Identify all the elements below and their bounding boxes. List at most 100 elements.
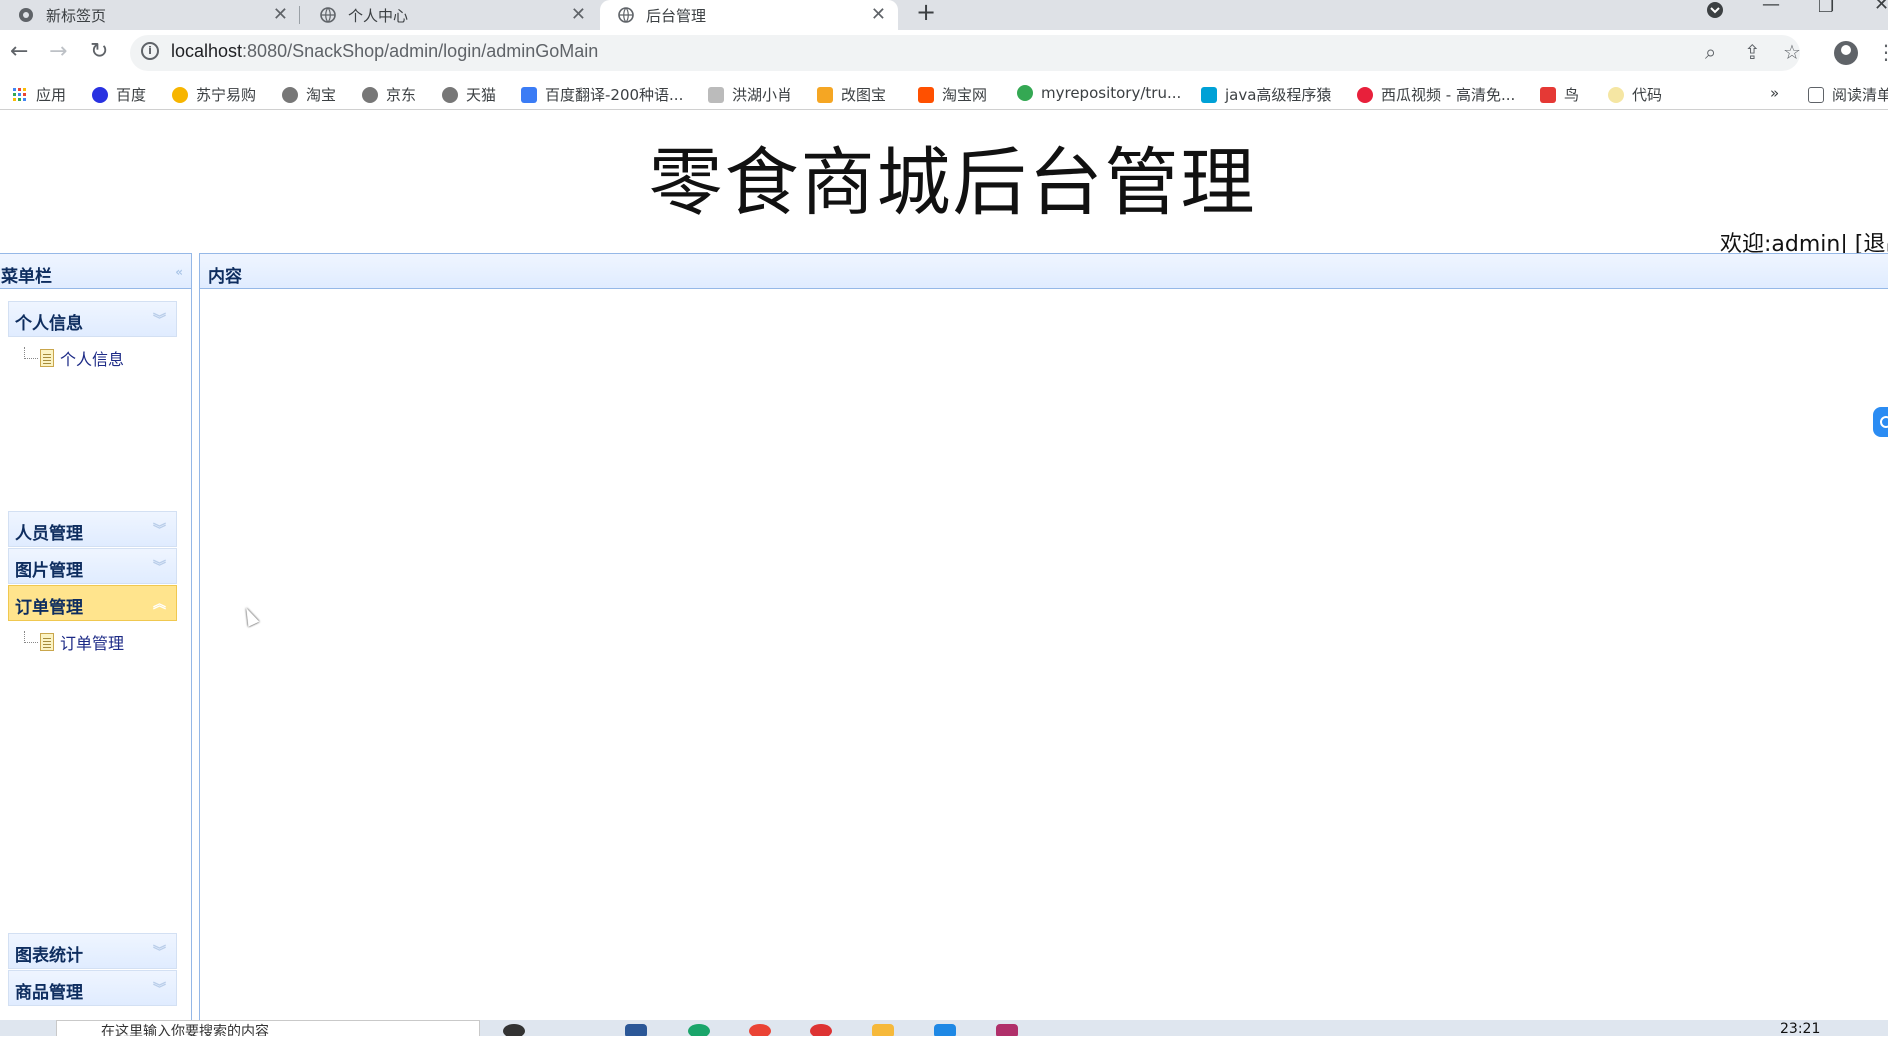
bird-icon	[708, 86, 724, 103]
bookmark-baidu-translate[interactable]: 百度翻译-200种语...	[521, 84, 683, 105]
accordion-header-orders[interactable]: 订单管理 ︽	[8, 585, 177, 621]
close-icon[interactable]: ✕	[571, 4, 586, 25]
accordion-label: 图片管理	[15, 561, 83, 581]
gaitubao-icon	[817, 86, 833, 103]
globe-icon	[442, 86, 458, 103]
menu-item-label: 个人信息	[60, 350, 125, 369]
taobao-icon	[918, 86, 934, 103]
globe-icon	[282, 86, 298, 103]
zoom-icon[interactable]: ⌕	[1705, 40, 1716, 64]
taskbar-clock[interactable]: 23:21	[1780, 1021, 1820, 1037]
back-icon[interactable]: ←	[10, 39, 28, 65]
translate-icon	[521, 86, 537, 103]
bookmark-star-icon[interactable]: ☆	[1783, 40, 1801, 64]
bookmark-myrepository[interactable]: myrepository/tru...	[1017, 84, 1181, 102]
url-host: localhost	[171, 41, 243, 61]
menu-panel-header: 菜单栏 «	[0, 253, 191, 289]
bookmark-label: 西瓜视频 - 高清免...	[1381, 86, 1516, 104]
taskbar-app-icon[interactable]	[872, 1024, 894, 1036]
tab-new-tab[interactable]: 新标签页 ✕	[0, 0, 300, 30]
forward-icon[interactable]: →	[49, 39, 67, 65]
restore-icon[interactable]: ❐	[1818, 0, 1834, 17]
reading-list[interactable]: 阅读清单	[1808, 84, 1888, 105]
accordion-products: 商品管理 ︾	[8, 970, 177, 1006]
accordion-label: 商品管理	[15, 983, 83, 1003]
taskbar: 在这里输入你要搜索的内容	[0, 1020, 1888, 1036]
close-icon[interactable]: ✕	[273, 4, 288, 25]
accordion-orders: 订单管理 ︽	[8, 585, 177, 621]
tab-search-icon[interactable]	[1706, 1, 1724, 19]
url-text[interactable]: localhost:8080/SnackShop/admin/login/adm…	[171, 41, 598, 62]
bilibili-icon	[1201, 86, 1217, 103]
baidu-paw-icon	[92, 86, 108, 103]
accordion-header-images[interactable]: 图片管理 ︾	[8, 548, 177, 584]
bookmark-apps[interactable]: 应用	[12, 84, 66, 105]
taskbar-app-icon[interactable]	[996, 1024, 1018, 1036]
bookmark-label: 天猫	[466, 86, 497, 104]
menu-item-personal-info[interactable]: 个人信息	[24, 346, 124, 370]
bookmark-baidu[interactable]: 百度	[92, 84, 146, 105]
close-icon[interactable]: ✕	[871, 4, 886, 25]
bookmark-java[interactable]: java高级程序猿	[1201, 84, 1331, 105]
reload-icon[interactable]: ↻	[90, 39, 108, 65]
collapse-left-icon[interactable]: «	[175, 265, 183, 279]
bookmark-suning[interactable]: 苏宁易购	[172, 84, 256, 105]
accordion-header-products[interactable]: 商品管理 ︾	[8, 970, 177, 1006]
bookmarks-more-button[interactable]: »	[1770, 84, 1779, 102]
globe-icon	[362, 86, 378, 103]
accordion-staff: 人员管理 ︾	[8, 511, 177, 547]
tab-admin[interactable]: 后台管理 ✕	[600, 0, 898, 30]
tree-line	[24, 347, 38, 359]
accordion-header-charts[interactable]: 图表统计 ︾	[8, 933, 177, 969]
content-panel-header: 内容	[200, 253, 1888, 289]
bookmark-label: 洪湖小肖	[732, 86, 793, 104]
bookmark-label: 淘宝	[306, 86, 337, 104]
tab-personal-center[interactable]: 个人中心 ✕	[302, 0, 598, 30]
taskbar-search-input[interactable]: 在这里输入你要搜索的内容	[56, 1020, 480, 1036]
menu-kebab-icon[interactable]: ⋮	[1876, 40, 1888, 64]
menu-item-orders[interactable]: 订单管理	[24, 630, 124, 654]
floating-assistant-button[interactable]	[1873, 407, 1888, 437]
menu-panel-title: 菜单栏	[1, 267, 52, 287]
minimize-icon[interactable]: —	[1762, 0, 1780, 15]
bookmarks-bar: 应用 百度 苏宁易购 淘宝 京东 天猫 百度翻译-200种语... 洪湖小肖 改…	[0, 76, 1888, 110]
bookmark-label: 代码	[1632, 86, 1663, 104]
bookmark-label: 苏宁易购	[196, 86, 257, 104]
taskbar-app-icon[interactable]	[625, 1024, 647, 1036]
taskbar-app-icon[interactable]	[688, 1024, 710, 1036]
bookmark-xigua[interactable]: 西瓜视频 - 高清免...	[1357, 84, 1515, 105]
bookmark-taobao-net[interactable]: 淘宝网	[918, 84, 987, 105]
accordion-header-staff[interactable]: 人员管理 ︾	[8, 511, 177, 547]
window-close-icon[interactable]: ✕	[1874, 0, 1888, 15]
bookmark-taobao[interactable]: 淘宝	[282, 84, 336, 105]
bookmark-label: 改图宝	[841, 86, 887, 104]
bookmark-honghu[interactable]: 洪湖小肖	[708, 84, 792, 105]
tree-line	[24, 631, 38, 643]
bookmark-tmall[interactable]: 天猫	[442, 84, 496, 105]
bookmark-label: 京东	[386, 86, 417, 104]
chevron-up-icon: ︽	[152, 597, 166, 612]
bookmark-bird[interactable]: 鸟	[1540, 84, 1579, 105]
chevron-down-icon: ︾	[152, 313, 166, 328]
site-info-icon[interactable]: i	[141, 42, 159, 60]
chevron-down-icon: ︾	[152, 982, 166, 997]
tab-bar: 新标签页 ✕ 个人中心 ✕ 后台管理 ✕ + — ❐ ✕	[0, 0, 1888, 30]
menu-panel: 菜单栏 « 个人信息 ︾ 个人信息 人员管理 ︾ 图片管理 ︾ 订单管理 ︽ 订…	[0, 253, 192, 1020]
chevron-down-icon: ︾	[152, 945, 166, 960]
code-icon	[1608, 86, 1624, 103]
bookmark-label: myrepository/tru...	[1041, 84, 1182, 102]
reading-list-label: 阅读清单	[1832, 86, 1888, 104]
new-tab-button[interactable]: +	[916, 0, 936, 26]
share-icon[interactable]: ⇪	[1744, 40, 1761, 64]
accordion-header-personal-info[interactable]: 个人信息 ︾	[8, 301, 177, 337]
tab-title: 个人中心	[348, 6, 409, 25]
taskbar-app-icon[interactable]	[503, 1024, 525, 1036]
chrome-icon	[1017, 85, 1033, 101]
taskbar-app-icon[interactable]	[749, 1024, 771, 1036]
bookmark-gaitubao[interactable]: 改图宝	[817, 84, 886, 105]
profile-avatar[interactable]	[1834, 41, 1858, 65]
bookmark-jd[interactable]: 京东	[362, 84, 416, 105]
bookmark-code[interactable]: 代码	[1608, 84, 1662, 105]
taskbar-app-icon[interactable]	[810, 1024, 832, 1036]
taskbar-app-icon[interactable]	[934, 1024, 956, 1036]
